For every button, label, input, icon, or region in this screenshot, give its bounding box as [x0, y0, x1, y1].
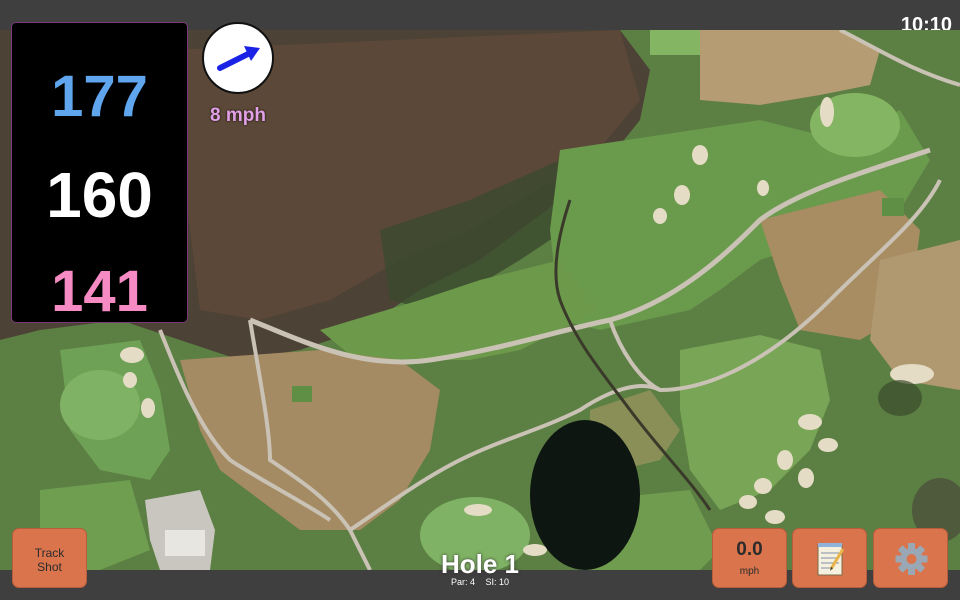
wind-speed: 8 mph — [210, 105, 266, 126]
notes-button[interactable] — [792, 528, 867, 588]
gear-icon — [895, 543, 928, 575]
speed-unit: mph — [739, 566, 760, 577]
app-screen: 10:10 177 160 141 8 mph Track Shot Hole … — [0, 0, 960, 600]
track-shot-label-line1: Track — [34, 546, 65, 560]
distance-panel: 177 160 141 — [11, 22, 188, 324]
speed-value: 0.0 — [736, 539, 763, 560]
wind-direction-dial — [202, 22, 274, 94]
back-distance: 177 — [51, 64, 148, 129]
notepad-icon — [817, 543, 845, 576]
hole-stroke-index: SI: 10 — [485, 577, 510, 587]
front-distance: 141 — [51, 259, 148, 324]
settings-button[interactable] — [873, 528, 948, 588]
hole-title: Hole 1 — [440, 549, 520, 579]
arrow-icon — [217, 46, 260, 71]
track-shot-button[interactable]: Track Shot — [12, 528, 87, 588]
hole-par: Par: 4 — [450, 577, 475, 587]
speed-button[interactable]: 0.0 mph — [712, 528, 787, 588]
center-distance: 160 — [46, 159, 153, 231]
track-shot-label-line2: Shot — [37, 560, 62, 574]
hole-info: Par: 4 SI: 10 — [380, 577, 580, 587]
